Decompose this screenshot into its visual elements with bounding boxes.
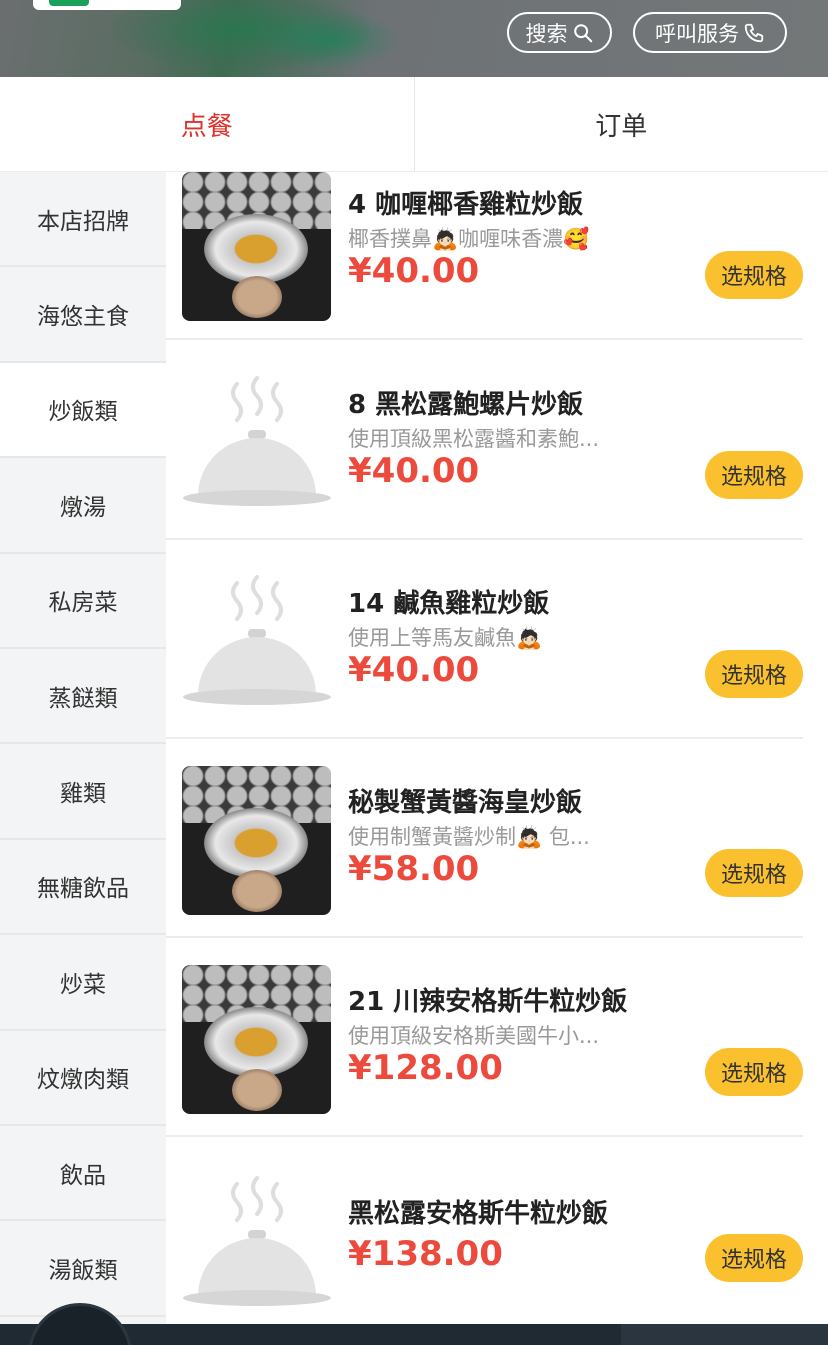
product-image[interactable]: [182, 567, 331, 716]
product-desc: 使用上等馬友鹹魚🙇🏻: [348, 626, 543, 650]
product-item[interactable]: 黑松露安格斯牛粒炒飯 ¥138.00 选规格: [166, 1138, 803, 1324]
product-item[interactable]: 4 咖喱椰香雞粒炒飯 椰香撲鼻🙇🏻咖喱味香濃🥰 ¥40.00 选规格: [166, 172, 803, 340]
product-name: 8 黑松露鮑螺片炒飯: [348, 390, 584, 420]
product-image[interactable]: [182, 766, 331, 915]
category-item[interactable]: 飲品: [0, 1126, 166, 1222]
product-name: 4 咖喱椰香雞粒炒飯: [348, 190, 584, 220]
product-desc: 椰香撲鼻🙇🏻咖喱味香濃🥰: [348, 227, 590, 251]
product-image[interactable]: [182, 172, 331, 321]
search-label: 搜索: [525, 21, 568, 46]
product-desc: 使用制蟹黃醬炒制🙇🏻 包...: [348, 825, 590, 849]
product-desc: 使用頂級安格斯美國牛小...: [348, 1024, 600, 1048]
select-spec-button[interactable]: 选规格: [705, 1234, 803, 1282]
product-price: ¥40.00: [348, 451, 480, 491]
call-service-button[interactable]: 呼叫服务: [633, 12, 787, 53]
product-price: ¥40.00: [348, 650, 480, 690]
category-item[interactable]: 雞類: [0, 744, 166, 840]
product-price: ¥58.00: [348, 849, 480, 889]
category-item[interactable]: 私房菜: [0, 554, 166, 649]
product-item[interactable]: 秘製蟹黃醬海皇炒飯 使用制蟹黃醬炒制🙇🏻 包... ¥58.00 选规格: [166, 740, 803, 938]
food-cloche-icon: [183, 1176, 331, 1306]
category-item[interactable]: 蒸餸類: [0, 649, 166, 745]
select-spec-button[interactable]: 选规格: [705, 251, 803, 299]
product-list: 4 咖喱椰香雞粒炒飯 椰香撲鼻🙇🏻咖喱味香濃🥰 ¥40.00 选规格 8 黑松露…: [166, 172, 828, 1324]
call-service-label: 呼叫服务: [655, 21, 739, 46]
select-spec-button[interactable]: 选规格: [705, 650, 803, 698]
product-price: ¥138.00: [348, 1234, 503, 1274]
product-name: 秘製蟹黃醬海皇炒飯: [348, 788, 583, 818]
food-cloche-icon: [183, 575, 331, 705]
store-logo: [33, 0, 181, 10]
phone-icon: [744, 23, 764, 42]
search-button[interactable]: 搜索: [507, 12, 612, 53]
product-name: 21 川辣安格斯牛粒炒飯: [348, 987, 628, 1017]
tab-orders[interactable]: 订单: [413, 77, 828, 171]
category-item-active[interactable]: 炒飯類: [0, 362, 166, 459]
category-item[interactable]: 炆燉肉類: [0, 1031, 166, 1126]
product-price: ¥128.00: [348, 1048, 503, 1088]
product-image[interactable]: [182, 965, 331, 1114]
food-cloche-icon: [183, 376, 331, 506]
product-desc: 使用頂級黑松露醬和素鮑...: [348, 427, 600, 451]
main-tabs: 点餐 订单: [0, 77, 828, 172]
product-image[interactable]: [182, 368, 331, 517]
product-item[interactable]: 14 鹹魚雞粒炒飯 使用上等馬友鹹魚🙇🏻 ¥40.00 选规格: [166, 541, 803, 739]
category-sidebar: 本店招牌 海悠主食 炒飯類 燉湯 私房菜 蒸餸類 雞類 無糖飲品 炒菜 炆燉肉類…: [0, 172, 166, 1324]
product-name: 黑松露安格斯牛粒炒飯: [348, 1199, 609, 1229]
select-spec-button[interactable]: 选规格: [705, 451, 803, 499]
category-item[interactable]: 炒菜: [0, 935, 166, 1031]
category-item[interactable]: 無糖飲品: [0, 840, 166, 936]
top-banner: 搜索 呼叫服务: [0, 0, 828, 77]
product-image[interactable]: [182, 1168, 331, 1317]
banner-image-detail: [260, 10, 400, 70]
product-item[interactable]: 8 黑松露鮑螺片炒飯 使用頂級黑松露醬和素鮑... ¥40.00 选规格: [166, 342, 803, 540]
category-item[interactable]: 海悠主食: [0, 267, 166, 363]
checkout-area[interactable]: [621, 1324, 828, 1345]
product-item[interactable]: 21 川辣安格斯牛粒炒飯 使用頂級安格斯美國牛小... ¥128.00 选规格: [166, 939, 803, 1137]
product-name: 14 鹹魚雞粒炒飯: [348, 589, 550, 619]
category-item[interactable]: 本店招牌: [0, 172, 166, 268]
select-spec-button[interactable]: 选规格: [705, 849, 803, 897]
search-icon: [573, 23, 592, 42]
select-spec-button[interactable]: 选规格: [705, 1048, 803, 1096]
product-price: ¥40.00: [348, 251, 480, 291]
tab-order-food[interactable]: 点餐: [0, 77, 414, 171]
category-item[interactable]: 燉湯: [0, 458, 166, 554]
